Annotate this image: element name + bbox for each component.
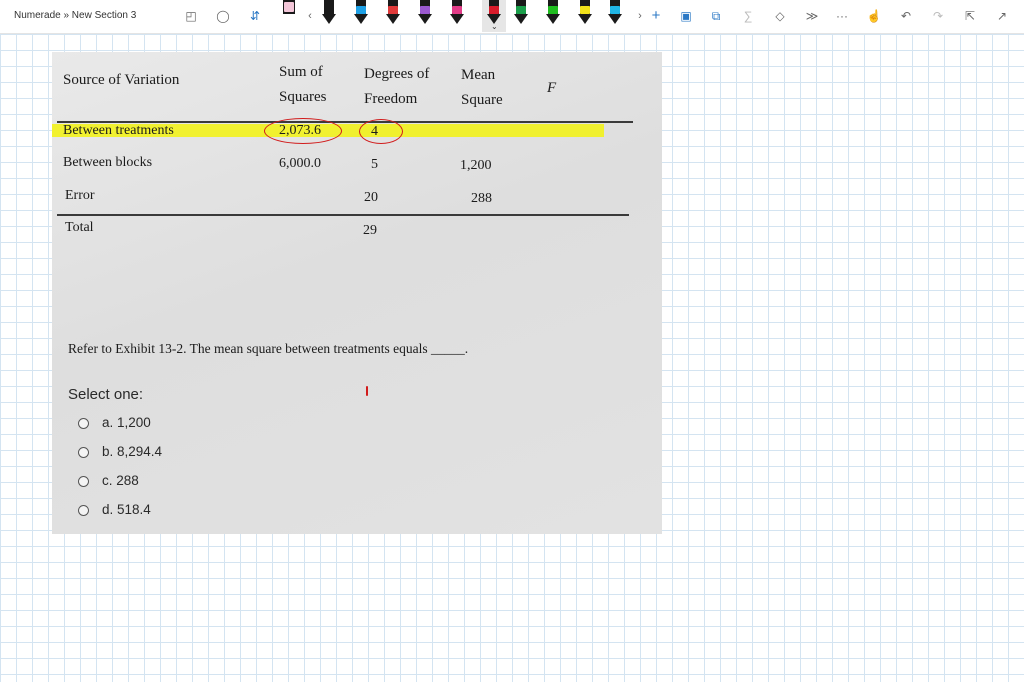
red-circle-df: [359, 119, 403, 144]
chevron-left-icon[interactable]: ‹: [302, 7, 318, 25]
touch-writing-icon[interactable]: ☝: [866, 7, 882, 25]
red-ink-mark: [366, 386, 368, 396]
radio-icon[interactable]: [78, 418, 89, 429]
radio-icon[interactable]: [78, 505, 89, 516]
lasso-select-icon[interactable]: ◰: [183, 7, 199, 25]
table-total-rule: [57, 214, 629, 216]
shapes-icon[interactable]: ◯: [215, 7, 231, 25]
pasted-exhibit-photo: Source of Variation Sum of Squares Degre…: [52, 52, 662, 534]
row-between-blocks-df: 5: [371, 157, 378, 172]
redo-icon[interactable]: ↷: [930, 7, 946, 25]
row-error-ms: 288: [471, 191, 492, 206]
row-error-df: 20: [364, 190, 378, 205]
highlighter-green[interactable]: [546, 0, 560, 28]
pen-green[interactable]: [514, 0, 528, 28]
header-ms-line2: Square: [461, 92, 503, 108]
add-pen-icon[interactable]: +: [648, 7, 664, 25]
red-circle-ss: [264, 118, 342, 144]
row-total-df: 29: [363, 223, 377, 238]
more-icon[interactable]: ···: [834, 7, 850, 25]
full-page-icon[interactable]: ⇱: [962, 7, 978, 25]
row-total-source: Total: [65, 220, 94, 235]
ribbon-toolbar: Numerade » New Section 3 ◰ ◯ ⇵ ‹ ⌄ › + ▣…: [0, 0, 1024, 34]
eraser-icon[interactable]: ◇: [772, 7, 788, 25]
header-ss-line2: Squares: [279, 89, 327, 105]
option-d-label: d. 518.4: [102, 502, 151, 517]
row-between-blocks-source: Between blocks: [63, 155, 153, 170]
row-between-treatments-source: Between treatments: [63, 123, 174, 138]
row-between-blocks-ms: 1,200: [460, 158, 492, 173]
pen-purple[interactable]: [418, 0, 432, 28]
pen-black[interactable]: [322, 0, 336, 28]
ink-to-shape-icon[interactable]: ▣: [678, 7, 694, 25]
header-f: F: [547, 80, 557, 96]
option-b-label: b. 8,294.4: [102, 444, 163, 459]
breadcrumb[interactable]: Numerade » New Section 3: [14, 10, 136, 21]
header-ms-line1: Mean: [461, 67, 496, 83]
pen-pink[interactable]: [282, 0, 296, 28]
pen-dark-red-selected[interactable]: ⌄: [482, 0, 506, 32]
insert-space-icon[interactable]: ⇵: [247, 7, 263, 25]
chevron-right-icon[interactable]: ›: [632, 7, 648, 25]
header-df-line1: Degrees of: [364, 66, 430, 82]
undo-icon[interactable]: ↶: [898, 7, 914, 25]
row-error-source: Error: [65, 188, 95, 203]
collapse-icon[interactable]: ↗: [994, 7, 1010, 25]
header-ss-line1: Sum of: [279, 64, 323, 80]
pen-magenta[interactable]: [450, 0, 464, 28]
pen-red[interactable]: [386, 0, 400, 28]
ink-to-text-icon[interactable]: ⧉: [708, 7, 724, 25]
header-source: Source of Variation: [63, 72, 180, 88]
option-c-label: c. 288: [102, 473, 139, 488]
radio-icon[interactable]: [78, 447, 89, 458]
ink-to-math-icon[interactable]: ∑: [740, 7, 756, 25]
highlighter-cyan[interactable]: [608, 0, 622, 28]
header-df-line2: Freedom: [364, 91, 418, 107]
option-a-label: a. 1,200: [102, 415, 151, 430]
radio-icon[interactable]: [78, 476, 89, 487]
highlighter-yellow[interactable]: [578, 0, 592, 28]
row-between-blocks-ss: 6,000.0: [279, 156, 321, 171]
question-text: Refer to Exhibit 13-2. The mean square b…: [68, 341, 469, 356]
pen-blue[interactable]: [354, 0, 368, 28]
ruler-icon[interactable]: ≫: [804, 7, 820, 25]
select-one-label: Select one:: [68, 386, 144, 403]
chevron-down-icon[interactable]: ⌄: [491, 22, 498, 31]
